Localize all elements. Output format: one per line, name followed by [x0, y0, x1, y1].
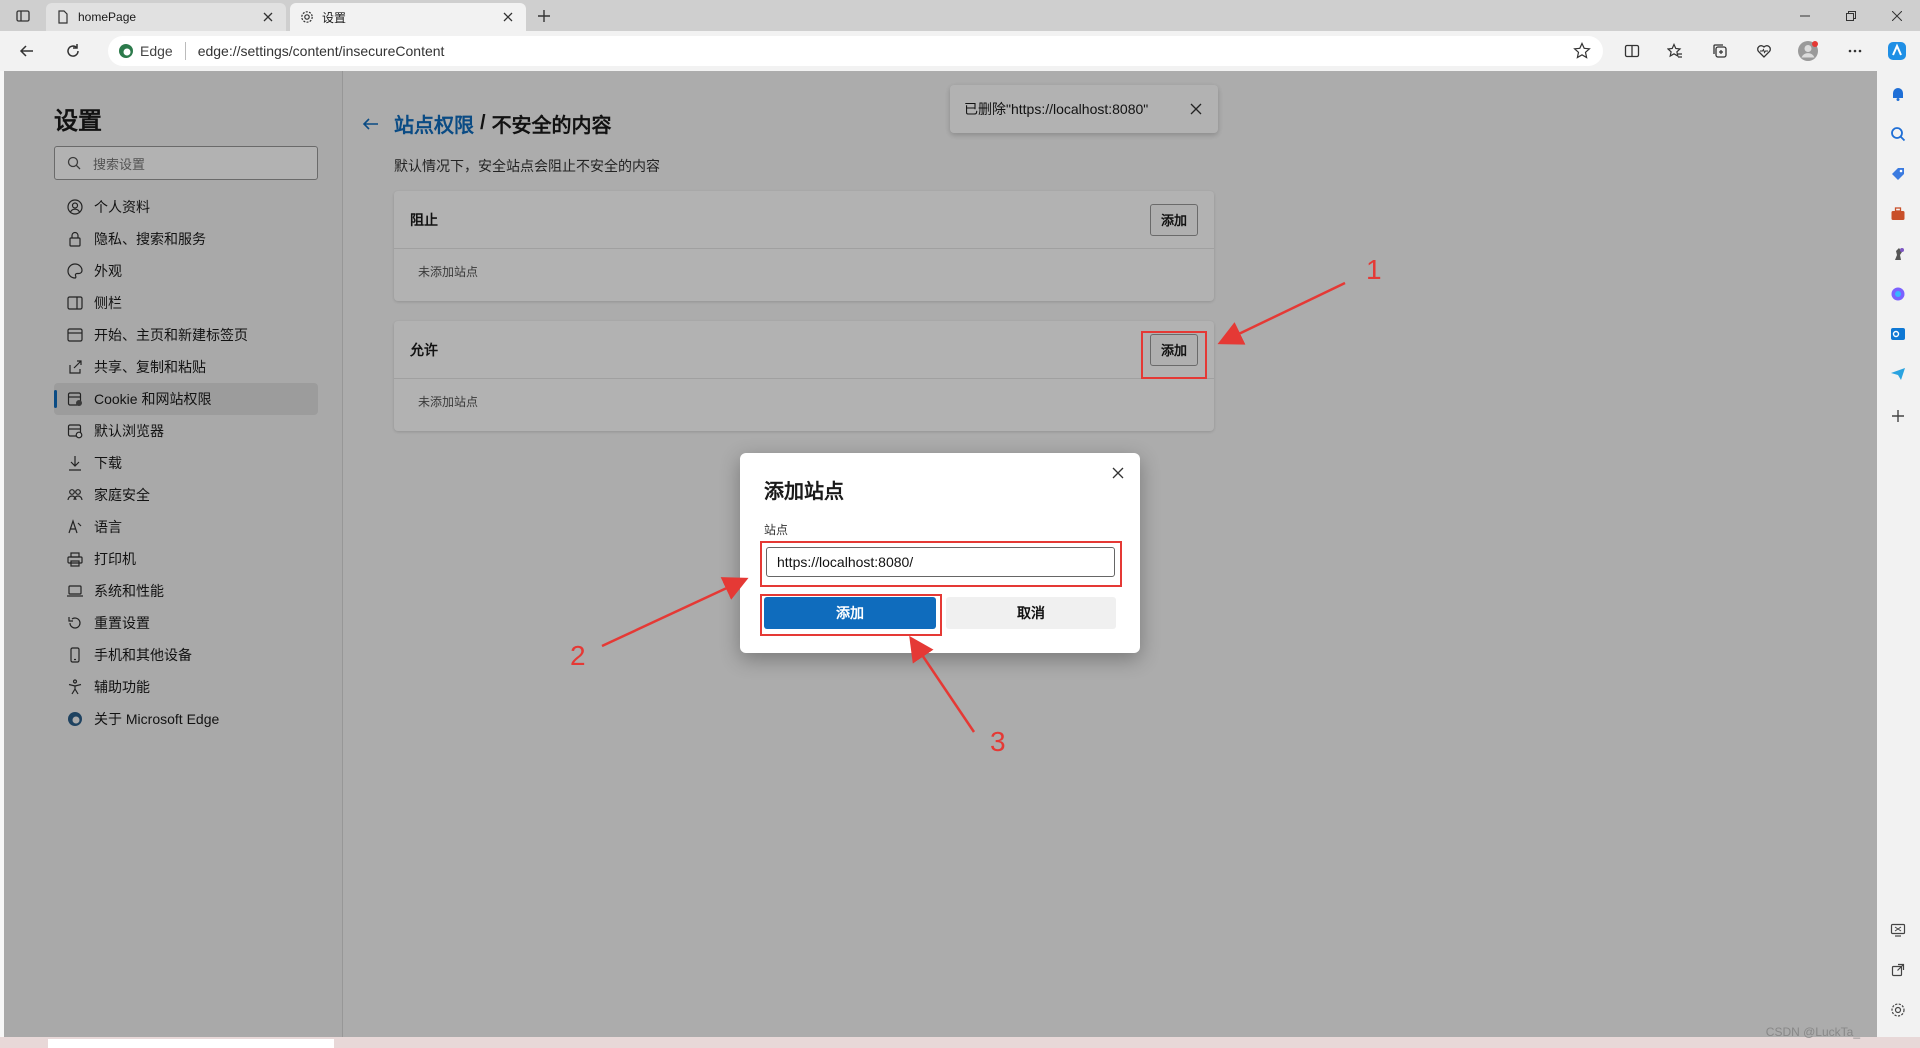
- split-screen-button[interactable]: [1617, 37, 1647, 65]
- collections-icon: [1713, 44, 1727, 58]
- split-screen-icon: [1624, 44, 1640, 58]
- tab-bar: homePage 设置: [0, 0, 1920, 31]
- favorites-icon: [1667, 43, 1682, 58]
- url-text[interactable]: edge://settings/content/insecureContent: [198, 43, 445, 59]
- close-icon: [503, 12, 513, 22]
- restore-icon: [1846, 10, 1856, 21]
- screenshot-icon[interactable]: [1887, 919, 1909, 941]
- refresh-button[interactable]: [58, 37, 88, 65]
- more-menu-button[interactable]: [1840, 37, 1870, 65]
- annotation-box-1: [1141, 331, 1207, 379]
- collections-button[interactable]: [1705, 37, 1735, 65]
- address-bar[interactable]: Edge edge://settings/content/insecureCon…: [108, 36, 1603, 66]
- copilot-button[interactable]: [1882, 37, 1912, 65]
- tab-close-button[interactable]: [260, 9, 276, 25]
- minimize-icon: [1800, 15, 1810, 16]
- close-icon: [1892, 10, 1902, 21]
- more-horizontal-icon: [1848, 49, 1862, 53]
- arrow-left-icon: [19, 45, 33, 57]
- plus-icon: [538, 10, 550, 22]
- address-separator: [184, 42, 186, 60]
- tab-actions-button[interactable]: [10, 5, 36, 27]
- close-icon: [263, 12, 273, 22]
- dialog-title: 添加站点: [764, 481, 844, 503]
- copilot-icon: [1888, 42, 1906, 60]
- browser-essentials-button[interactable]: [1749, 37, 1779, 65]
- edge-sidebar: [1877, 71, 1920, 1037]
- refresh-icon: [67, 44, 79, 57]
- dialog-cancel-button[interactable]: 取消: [946, 597, 1116, 629]
- browser-toolbar: Edge edge://settings/content/insecureCon…: [0, 31, 1920, 71]
- annotation-number-1: 1: [1366, 254, 1382, 285]
- restore-button[interactable]: [1828, 0, 1874, 31]
- favorite-star-icon[interactable]: [1573, 42, 1591, 60]
- annotation-box-3: [760, 594, 942, 636]
- tab-actions-icon: [16, 10, 30, 22]
- taskbar-strip: [0, 1037, 1920, 1048]
- microsoft-365-icon[interactable]: [1887, 283, 1909, 305]
- minimize-button[interactable]: [1782, 0, 1828, 31]
- new-tab-button[interactable]: [530, 4, 558, 28]
- annotation-number-3: 3: [990, 726, 1006, 757]
- favorites-button[interactable]: [1660, 37, 1690, 65]
- site-field-label: 站点: [764, 523, 789, 537]
- add-sidebar-app-icon[interactable]: [1887, 405, 1909, 427]
- avatar-icon: [1798, 41, 1818, 61]
- site-identity: Edge: [140, 43, 173, 59]
- back-button[interactable]: [12, 37, 42, 65]
- dialog-close-button[interactable]: [1108, 463, 1128, 483]
- heart-pulse-icon: [1757, 45, 1771, 58]
- drop-send-icon[interactable]: [1887, 363, 1909, 385]
- tools-briefcase-icon[interactable]: [1887, 203, 1909, 225]
- outlook-icon[interactable]: [1887, 323, 1909, 345]
- search-icon[interactable]: [1887, 123, 1909, 145]
- window-controls: [1782, 0, 1920, 31]
- shopping-tag-icon[interactable]: [1887, 163, 1909, 185]
- profile-button[interactable]: [1793, 37, 1823, 65]
- tab-homepage[interactable]: homePage: [46, 3, 286, 31]
- sidebar-settings-gear-icon[interactable]: [1887, 999, 1909, 1021]
- external-link-icon[interactable]: [1887, 959, 1909, 981]
- page-icon: [58, 10, 68, 24]
- notification-bell-icon[interactable]: [1887, 83, 1909, 105]
- tab-close-button[interactable]: [500, 9, 516, 25]
- tab-title: 设置: [322, 10, 347, 25]
- taskbar-window-thumbnail: [48, 1039, 334, 1048]
- close-icon: [1112, 467, 1124, 479]
- gear-icon: [301, 11, 313, 23]
- annotation-box-2: [760, 541, 1122, 587]
- games-chess-icon[interactable]: [1887, 243, 1909, 265]
- tab-title: homePage: [78, 10, 137, 24]
- tab-settings[interactable]: 设置: [290, 3, 526, 31]
- edge-icon: [119, 44, 133, 58]
- annotation-number-2: 2: [570, 640, 586, 671]
- close-window-button[interactable]: [1874, 0, 1920, 31]
- watermark: CSDN @LuckTa_: [1765, 1025, 1860, 1039]
